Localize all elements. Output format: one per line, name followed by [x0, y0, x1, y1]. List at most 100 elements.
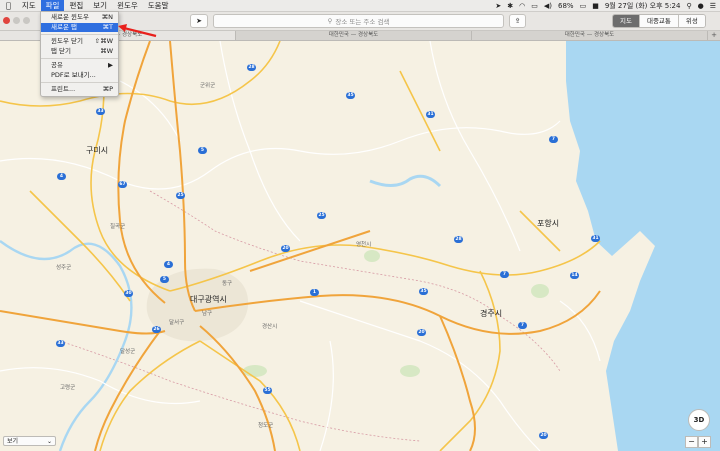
- battery-text[interactable]: 68%: [558, 2, 574, 10]
- zoom-in-button[interactable]: +: [698, 436, 711, 448]
- user-icon[interactable]: ●: [698, 2, 704, 10]
- road-shield[interactable]: 5: [160, 276, 169, 283]
- road-shield[interactable]: 31: [591, 235, 600, 242]
- view-select[interactable]: 보기 ⌄: [3, 436, 56, 446]
- place-gumi[interactable]: 구미시: [86, 145, 108, 156]
- road-shield[interactable]: 4: [57, 173, 66, 180]
- location-arrow-icon: ➤: [196, 17, 202, 25]
- road-shield[interactable]: 25: [176, 192, 185, 199]
- road-shield[interactable]: 28: [454, 236, 463, 243]
- apple-menu-icon[interactable]: : [0, 0, 17, 11]
- road-shield[interactable]: 20: [281, 245, 290, 252]
- search-icon: ⚲: [327, 17, 333, 25]
- search-placeholder: 장소 또는 주소 검색: [335, 18, 390, 26]
- share-button[interactable]: ⇪: [509, 14, 526, 28]
- menu-item-shortcut: ⌘N: [101, 13, 113, 21]
- place-donggu[interactable]: 동구: [222, 279, 232, 287]
- close-window-button[interactable]: [3, 17, 10, 24]
- submenu-arrow-icon: ▶: [108, 61, 113, 69]
- menu-help[interactable]: 도움말: [143, 0, 174, 11]
- road-shield[interactable]: 31: [426, 111, 435, 118]
- road-shield[interactable]: 35: [419, 288, 428, 295]
- road-shield[interactable]: 28: [247, 64, 256, 71]
- map-canvas[interactable]: 구미시 대구광역시 포항시 경주시 칠곡군 성주군 고령군 영천시 경산시 달성…: [0, 41, 720, 451]
- place-gunwi[interactable]: 군위군: [200, 81, 215, 89]
- view-select-value: 보기: [7, 438, 19, 445]
- place-gyeongju[interactable]: 경주시: [480, 308, 502, 319]
- place-goryeong[interactable]: 고령군: [60, 383, 75, 391]
- road-shield[interactable]: 4: [164, 261, 173, 268]
- place-dalseong[interactable]: 달성군: [120, 347, 135, 355]
- menu-item-print[interactable]: 프린트... ⌘P: [41, 85, 118, 95]
- place-chilgok[interactable]: 칠곡군: [110, 222, 125, 230]
- menu-item-label: 공유: [51, 61, 63, 69]
- current-location-button[interactable]: ➤: [190, 14, 208, 28]
- road-shield[interactable]: 33: [56, 340, 65, 347]
- tab-2[interactable]: 대한민국 — 경상북도: [236, 31, 472, 40]
- menu-item-close-window[interactable]: 윈도우 닫기 ⇧⌘W: [41, 37, 118, 47]
- menu-item-label: 새로운 탭: [51, 22, 77, 31]
- place-seongju[interactable]: 성주군: [56, 263, 71, 271]
- spotlight-icon[interactable]: ⚲: [686, 2, 691, 10]
- road-shield[interactable]: 7: [549, 136, 558, 143]
- place-pohang[interactable]: 포항시: [537, 218, 559, 229]
- road-shield[interactable]: 1: [310, 289, 319, 296]
- zoom-out-button[interactable]: −: [685, 436, 698, 448]
- road-shield[interactable]: 14: [570, 272, 579, 279]
- road-shield[interactable]: 33: [96, 108, 105, 115]
- menu-item-new-tab[interactable]: 새로운 탭 ⌘T: [41, 22, 118, 32]
- road-shield[interactable]: 35: [346, 92, 355, 99]
- share-icon: ⇪: [514, 17, 521, 25]
- menu-item-shortcut: ⌘W: [100, 46, 113, 55]
- input-method-icon[interactable]: ■: [592, 2, 599, 10]
- wifi-icon[interactable]: ◠: [519, 2, 525, 10]
- road-shield[interactable]: 55: [263, 387, 272, 394]
- mode-satellite[interactable]: 위성: [678, 15, 705, 27]
- menu-item-label: PDF로 보내기...: [51, 70, 96, 79]
- road-shield[interactable]: 30: [124, 290, 133, 297]
- place-dalseo[interactable]: 달서구: [169, 318, 184, 326]
- menu-window[interactable]: 윈도우: [112, 0, 143, 11]
- place-daegu[interactable]: 대구광역시: [190, 294, 227, 305]
- zoom-window-button[interactable]: [23, 17, 30, 24]
- tab-3[interactable]: 대한민국 — 경상북도: [472, 31, 708, 40]
- menu-item-close-tab[interactable]: 탭 닫기 ⌘W: [41, 47, 118, 57]
- annotation-arrow-icon: [118, 24, 157, 38]
- search-field[interactable]: ⚲ 장소 또는 주소 검색: [213, 14, 504, 28]
- road-shield[interactable]: 67: [118, 181, 127, 188]
- battery-icon[interactable]: ▭: [580, 2, 587, 10]
- menubar-clock[interactable]: 9월 27일 (화) 오후 5:24: [605, 1, 681, 11]
- location-icon[interactable]: ➤: [495, 2, 501, 10]
- minimize-window-button[interactable]: [13, 17, 20, 24]
- menu-view[interactable]: 보기: [88, 0, 112, 11]
- notification-icon[interactable]: ☰: [710, 2, 716, 10]
- road-shield[interactable]: 26: [152, 326, 161, 333]
- road-shield[interactable]: 7: [518, 322, 527, 329]
- road-shield[interactable]: 5: [198, 147, 207, 154]
- mode-map[interactable]: 지도: [613, 15, 640, 27]
- place-namgu[interactable]: 남구: [202, 309, 212, 317]
- menu-item-label: 탭 닫기: [51, 46, 72, 55]
- map-mode-control: 지도 대중교통 위성: [612, 14, 706, 28]
- menu-item-new-window[interactable]: 새로운 윈도우 ⌘N: [41, 13, 118, 23]
- menu-item-share[interactable]: 공유 ▶: [41, 61, 118, 71]
- road-shield[interactable]: 7: [500, 271, 509, 278]
- road-shield[interactable]: 20: [539, 432, 548, 439]
- menu-maps[interactable]: 지도: [17, 0, 41, 11]
- volume-icon[interactable]: ◀): [544, 2, 552, 10]
- place-yeongcheon[interactable]: 영천시: [356, 240, 371, 248]
- 3d-button[interactable]: 3D: [688, 409, 710, 431]
- place-gyeongsan[interactable]: 경산시: [262, 322, 277, 330]
- menu-file[interactable]: 파일: [40, 0, 65, 11]
- bluetooth-icon[interactable]: ✱: [507, 2, 513, 10]
- mode-transit[interactable]: 대중교통: [639, 15, 679, 27]
- menu-item-label: 새로운 윈도우: [51, 13, 89, 21]
- airplay-icon[interactable]: ▭: [531, 2, 538, 10]
- road-shield[interactable]: 25: [317, 212, 326, 219]
- new-tab-button[interactable]: +: [708, 31, 720, 40]
- menu-item-export-pdf[interactable]: PDF로 보내기...: [41, 71, 118, 81]
- place-cheongdo[interactable]: 청도군: [258, 421, 273, 429]
- menu-edit[interactable]: 편집: [64, 0, 88, 11]
- menu-item-shortcut: ⌘T: [102, 22, 113, 31]
- road-shield[interactable]: 20: [417, 329, 426, 336]
